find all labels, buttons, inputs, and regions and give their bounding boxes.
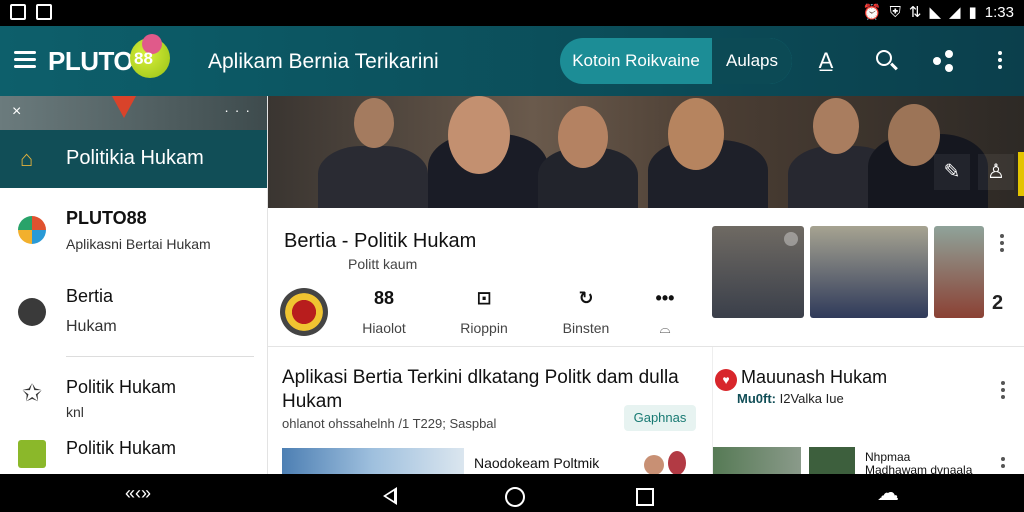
clock-time: 1:33 <box>984 3 1014 21</box>
drawer-item-title: PLUTO88 <box>66 208 147 228</box>
link-icon: ⌓ <box>659 320 671 336</box>
navigation-bar: «‹» ☁ <box>0 474 1024 512</box>
category-chip[interactable]: Gaphnas <box>624 405 696 431</box>
image-icon <box>10 4 26 20</box>
drawer-item-pluto88[interactable]: PLUTO88 Aplikasni Bertai Hukam <box>0 196 267 258</box>
wifi-icon: ◣ <box>929 4 941 21</box>
drawer-item-bertia[interactable]: Bertia Hukam <box>0 276 267 346</box>
article-card-list[interactable]: Aplikasi Bertia Terkini dlkatang Politk … <box>268 347 710 478</box>
article-card-side[interactable]: ♥ Mauunash Hukam Mu0ft: I2Valka Iue Nhpm… <box>712 347 1024 477</box>
search-icon[interactable] <box>874 48 900 74</box>
toggle-primary[interactable]: Kotoin Roikvaine <box>560 38 712 84</box>
more-icon[interactable] <box>987 48 1013 74</box>
app-title: Aplikam Bernia Terikarini <box>208 50 439 73</box>
more-vertical-icon[interactable] <box>1001 457 1005 471</box>
stat-label: Rioppin <box>460 320 508 336</box>
shield-icon: ⛨ <box>889 3 901 21</box>
drawer-header: × · · · <box>0 96 267 130</box>
thumbnail[interactable] <box>810 226 928 318</box>
article-card-main[interactable]: Bertia - Politik Hukam Politt kaum 88 Hi… <box>268 208 708 348</box>
home-icon: ⌂ <box>20 146 34 171</box>
article-meta: ohlanot ohssahelnh /1 T229; Saspbal <box>282 416 497 431</box>
nav-left-label[interactable]: «‹» <box>108 480 168 506</box>
drawer-item-title: Bertia <box>66 286 114 306</box>
thumbnail[interactable] <box>712 226 804 318</box>
drawer-dots[interactable]: · · · <box>224 102 251 118</box>
article-subtitle: Politt kaum <box>348 256 418 272</box>
info-icon <box>18 298 46 326</box>
more-vertical-icon[interactable] <box>1000 234 1004 255</box>
stat-views[interactable]: 88 Hiaolot <box>344 288 424 336</box>
close-icon[interactable]: × <box>12 103 21 121</box>
edge-tab[interactable] <box>1018 152 1024 196</box>
arrow-down-icon <box>112 96 136 118</box>
stat-share[interactable]: ↻ Binsten <box>546 288 626 336</box>
edit-icon[interactable]: ✎ <box>934 154 970 190</box>
avatar[interactable] <box>280 288 328 336</box>
app-logo-icon <box>18 216 46 244</box>
menu-icon[interactable] <box>14 51 36 69</box>
data-icon: ⇅ <box>908 4 922 21</box>
recents-icon[interactable] <box>636 488 654 506</box>
brand-badge[interactable]: 88 <box>130 34 170 78</box>
next-icon[interactable]: 2 <box>992 292 1003 315</box>
drawer-item-politik-1[interactable]: ✩ Politik Hukam knl <box>0 368 267 424</box>
article-thumbnail[interactable] <box>713 447 801 475</box>
drawer-item-title: Politik Hukam <box>66 438 177 458</box>
back-icon[interactable] <box>383 487 397 505</box>
image-icon <box>36 4 52 20</box>
drawer-item-subtitle: Hukam <box>66 318 117 335</box>
battery-icon: ▮ <box>968 4 977 21</box>
avatar <box>668 451 686 475</box>
thumbnail-strip <box>710 224 1024 320</box>
article-snippet-title: Naodokeam Poltmik <box>474 455 600 471</box>
signal-icon: ◢ <box>948 4 961 21</box>
person-icon[interactable]: ♙ <box>978 154 1014 190</box>
stat-label: Hiaolot <box>362 320 406 336</box>
stat-label: Binsten <box>562 320 610 336</box>
alarm-icon: ⏰ <box>862 4 882 21</box>
more-horizontal-icon: ••• <box>655 288 675 308</box>
heart-icon[interactable]: ♥ <box>715 369 737 391</box>
stat-more[interactable]: ••• ⌓ <box>640 288 690 337</box>
divider <box>66 356 254 357</box>
more-vertical-icon[interactable] <box>1001 381 1005 402</box>
chart-icon <box>18 440 46 468</box>
article-meta: Mu0ft: I2Valka Iue <box>737 391 844 406</box>
article-title: Bertia - Politik Hukam <box>284 230 477 252</box>
drawer-item-selected[interactable]: ⌂ Politikia Hukam <box>0 130 267 188</box>
home-icon[interactable] <box>505 487 525 507</box>
category-toggle[interactable]: Kotoin Roikvaine Aulaps <box>560 38 792 84</box>
share-icon[interactable] <box>931 48 957 74</box>
forward-icon: ↻ <box>578 288 594 308</box>
app-bar: PLUTO 88 Aplikam Bernia Terikarini Kotoi… <box>0 26 1024 96</box>
brand-name[interactable]: PLUTO <box>48 46 134 77</box>
drawer-item-subtitle: knl <box>66 404 84 420</box>
drawer-item-title: Politik Hukam <box>66 377 177 397</box>
thumbnail[interactable] <box>934 226 984 318</box>
drawer-item-politik-2[interactable]: Politik Hukam <box>0 430 267 474</box>
brand-badge-number: 88 <box>134 49 153 68</box>
stat-report[interactable]: ⊡ Rioppin <box>444 288 524 336</box>
cloud-icon[interactable]: ☁ <box>868 480 908 506</box>
star-icon: ✩ <box>21 380 43 407</box>
stat-number: 88 <box>373 288 395 308</box>
navigation-drawer: × · · · ⌂ Politikia Hukam PLUTO88 Aplika… <box>0 96 268 474</box>
hero-image: ✎ ♙ <box>268 96 1024 208</box>
save-icon: ⊡ <box>476 288 492 308</box>
article-thumbnail[interactable] <box>809 447 855 475</box>
status-bar: ⏰ ⛨ ⇅ ◣ ◢ ▮ 1:33 <box>0 0 1024 26</box>
article-title: Mauunash Hukam <box>741 367 888 387</box>
avatar <box>644 455 664 475</box>
drawer-item-label: Politikia Hukam <box>66 147 204 169</box>
drawer-item-subtitle: Aplikasni Bertai Hukam <box>66 236 211 252</box>
toggle-secondary[interactable]: Aulaps <box>712 38 792 84</box>
text-format-icon[interactable]: A̲ <box>813 48 839 74</box>
